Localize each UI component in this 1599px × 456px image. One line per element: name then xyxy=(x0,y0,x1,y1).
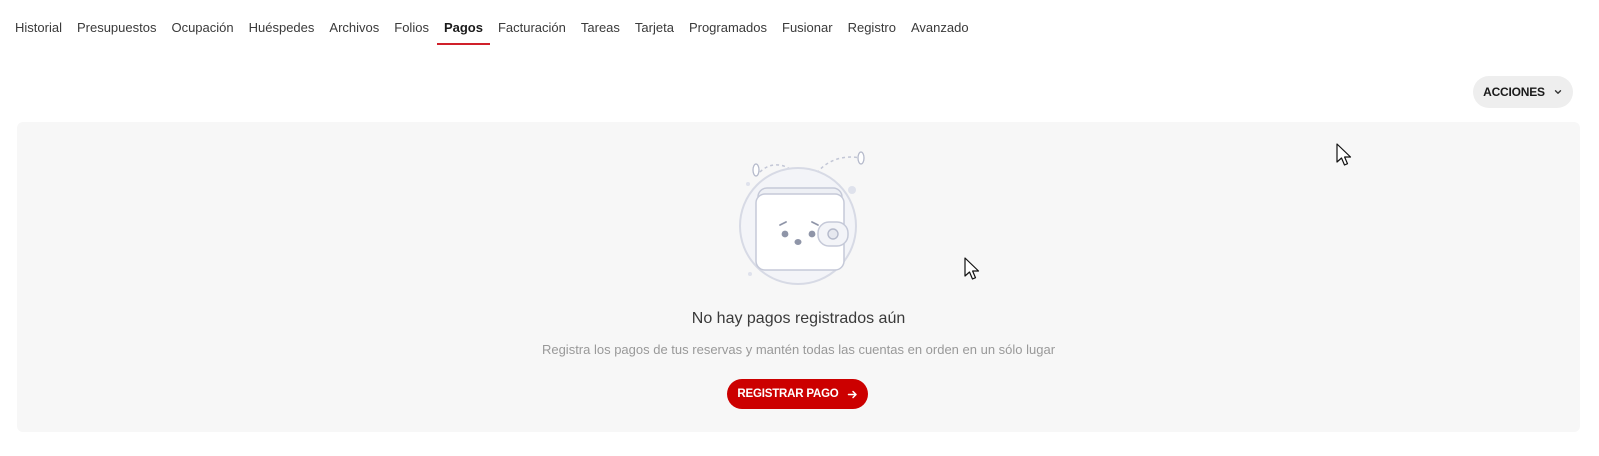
actions-button-label: ACCIONES xyxy=(1483,85,1545,99)
mouse-cursor-icon xyxy=(1336,143,1354,167)
payments-page: Historial Presupuestos Ocupación Huésped… xyxy=(0,0,1599,456)
tab-tarjeta[interactable]: Tarjeta xyxy=(635,14,674,45)
tab-registro[interactable]: Registro xyxy=(848,14,896,45)
tab-presupuestos[interactable]: Presupuestos xyxy=(77,14,157,45)
tab-programados[interactable]: Programados xyxy=(689,14,767,45)
actions-dropdown-button[interactable]: ACCIONES xyxy=(1473,76,1573,108)
tab-folios[interactable]: Folios xyxy=(394,14,429,45)
sad-wallet-illustration xyxy=(732,142,882,292)
tab-avanzado[interactable]: Avanzado xyxy=(911,14,969,45)
tab-fusionar[interactable]: Fusionar xyxy=(782,14,833,45)
tab-ocupacion[interactable]: Ocupación xyxy=(171,14,233,45)
empty-state-subtitle: Registra los pagos de tus reservas y man… xyxy=(541,342,1056,357)
tab-tareas[interactable]: Tareas xyxy=(581,14,620,45)
mouse-cursor-icon xyxy=(964,257,982,281)
chevron-down-icon xyxy=(1553,87,1563,97)
tab-archivos[interactable]: Archivos xyxy=(329,14,379,45)
register-payment-button[interactable]: REGISTRAR PAGO xyxy=(727,379,868,409)
tab-pagos[interactable]: Pagos xyxy=(436,14,490,45)
empty-state-title: No hay pagos registrados aún xyxy=(691,310,906,327)
tab-historial[interactable]: Historial xyxy=(15,14,62,45)
reservation-tabs: Historial Presupuestos Ocupación Huésped… xyxy=(15,14,984,48)
tab-huespedes[interactable]: Huéspedes xyxy=(249,14,315,45)
empty-state-panel: No hay pagos registrados aún Registra lo… xyxy=(17,122,1580,432)
register-payment-label: REGISTRAR PAGO xyxy=(737,388,839,400)
tab-facturacion[interactable]: Facturación xyxy=(498,14,566,45)
arrow-right-icon xyxy=(847,389,858,400)
